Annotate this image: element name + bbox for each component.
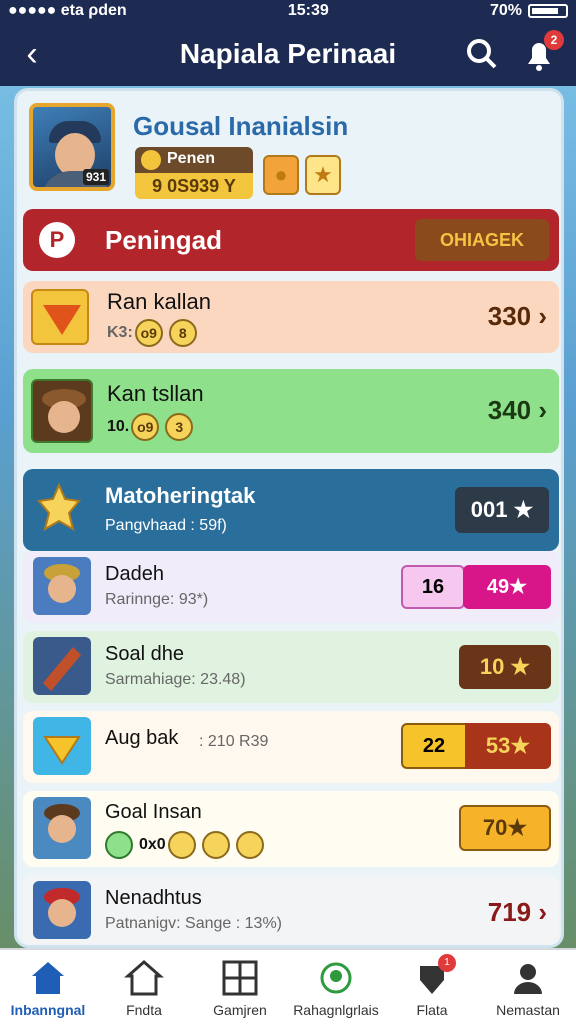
entry-name: Kan tsllan: [107, 381, 204, 406]
heart-icon: [31, 289, 89, 345]
bottom-nav: Inbanngnal Fndta Gamjren Rahagnlgrlais 1…: [0, 948, 576, 1024]
row-name: Nenadhtus: [105, 887, 202, 909]
row-sub: : 210 R39: [199, 733, 269, 750]
row-score: 10 ★: [459, 645, 551, 689]
sword-icon: [33, 637, 91, 695]
bear-icon[interactable]: ●: [263, 155, 299, 195]
group-sub: Pangvhaad : 59f): [105, 517, 227, 534]
grid-icon: [222, 960, 258, 996]
nav-find[interactable]: Fndta: [96, 950, 192, 1024]
row-name: Aug bak: [105, 727, 179, 749]
section-header: P Peningad OHIAGEK: [23, 209, 559, 271]
notification-badge: 2: [544, 30, 564, 50]
section-header-label: Peningad: [105, 225, 223, 255]
coin-icon: o9: [134, 319, 163, 347]
row-sub: Rarinnge: 93*): [105, 591, 209, 608]
coin-icon: [235, 831, 264, 859]
row-name: Soal dhe: [105, 643, 184, 665]
avatar: [33, 557, 91, 615]
nav-ranking[interactable]: Rahagnlgrlais: [288, 950, 384, 1024]
nav-label: Flata: [416, 1002, 448, 1018]
row-score: 49★: [463, 565, 551, 609]
status-bar: ●●●●● eta ρden 15:39 70%: [0, 0, 576, 22]
entry-name: Ran kallan: [107, 289, 211, 314]
coin-icon: o9: [131, 413, 160, 441]
rank-label: Penen: [167, 150, 216, 167]
row-score: 53★: [465, 723, 551, 769]
list-item[interactable]: Dadeh Rarinnge: 93*) 16 49★: [23, 551, 559, 623]
avatar[interactable]: 931: [29, 103, 115, 191]
nav-badge: 1: [438, 954, 456, 972]
home-icon: [32, 962, 64, 994]
avatar-tag: 931: [82, 169, 109, 185]
entry-value: 330 ›: [487, 301, 547, 331]
group-title: Matoheringtak: [105, 483, 256, 508]
coin-icon: 8: [168, 319, 197, 347]
row-sub: 0x0: [139, 836, 166, 853]
rank-pill: Penen: [135, 147, 253, 173]
change-button[interactable]: OHIAGEK: [415, 219, 549, 261]
app-header: ‹ Napiala Perinaai 2: [0, 22, 576, 86]
trophy-icon: [320, 962, 352, 994]
entry-sub: 10.: [107, 418, 130, 435]
back-button[interactable]: ‹: [14, 34, 50, 74]
group-header[interactable]: Matoheringtak Pangvhaad : 59f) 001 ★: [23, 469, 559, 551]
nav-label: Nemastan: [496, 1002, 560, 1018]
list-item[interactable]: Soal dhe Sarmahiage: 23.48) 10 ★: [23, 631, 559, 703]
carrier-text: ●●●●● eta ρden: [8, 2, 127, 19]
nav-profile[interactable]: Nemastan: [480, 950, 576, 1024]
row-sub: Sarmahiage: 23.48): [105, 671, 246, 688]
nav-games[interactable]: Gamjren: [192, 950, 288, 1024]
page-title: Napiala Perinaai: [179, 38, 397, 69]
search-icon[interactable]: [464, 36, 500, 72]
house-icon: [124, 960, 164, 996]
battery-text: 70%: [489, 2, 522, 19]
nav-flata[interactable]: 1 Flata: [384, 950, 480, 1024]
group-value: 001 ★: [455, 487, 549, 533]
nav-label: Inbanngnal: [10, 1002, 86, 1018]
clock: 15:39: [287, 2, 329, 19]
trophy-icon: [35, 481, 83, 537]
coin-icon: [167, 831, 196, 859]
star-icon[interactable]: ★: [305, 155, 341, 195]
coin-icon: [105, 831, 133, 859]
medal-icon: [141, 150, 161, 170]
nav-label: Fndta: [126, 1002, 162, 1018]
row-badge: 16: [401, 565, 465, 609]
notification-icon[interactable]: 2: [520, 30, 564, 74]
row-score: 70★: [459, 805, 551, 851]
coin-icon: 3: [165, 413, 194, 441]
avatar: [31, 379, 93, 443]
row-score: 719 ›: [487, 897, 547, 927]
profile-name: Gousal Inanialsin: [133, 111, 349, 141]
row-name: Dadeh: [105, 563, 164, 585]
list-item[interactable]: Ran kallan K3: o9 8 330 ›: [23, 281, 559, 353]
leaderboard-panel: 931 Gousal Inanialsin Penen 9 0S939 Y ● …: [14, 88, 564, 948]
entry-value: 340 ›: [487, 395, 547, 425]
avatar: [33, 797, 91, 859]
row-badge: 22: [401, 723, 467, 769]
row-name: Goal Insan: [105, 801, 202, 823]
nav-label: Rahagnlgrlais: [293, 1002, 379, 1018]
list-item[interactable]: Goal Insan 0x0 70★: [23, 791, 559, 867]
list-item[interactable]: Aug bak : 210 R39 22 53★: [23, 711, 559, 783]
gem-icon: [33, 717, 91, 775]
row-sub: Patnanigv: Sange : 13%): [105, 915, 283, 932]
points-pill: 9 0S939 Y: [135, 173, 253, 199]
pin-icon: P: [39, 222, 75, 258]
list-item[interactable]: Nenadhtus Patnanigv: Sange : 13%) 719 ›: [23, 875, 559, 945]
coin-icon: [201, 831, 230, 859]
nav-home[interactable]: Inbanngnal: [0, 950, 96, 1024]
nav-label: Gamjren: [213, 1002, 267, 1018]
profile-card: 931 Gousal Inanialsin Penen 9 0S939 Y ● …: [25, 99, 555, 205]
user-icon: [514, 964, 542, 994]
entry-sub: K3:: [107, 324, 133, 341]
battery-icon: [527, 4, 568, 18]
avatar: [33, 881, 91, 939]
list-item[interactable]: Kan tsllan 10. o9 3 340 ›: [23, 369, 559, 453]
